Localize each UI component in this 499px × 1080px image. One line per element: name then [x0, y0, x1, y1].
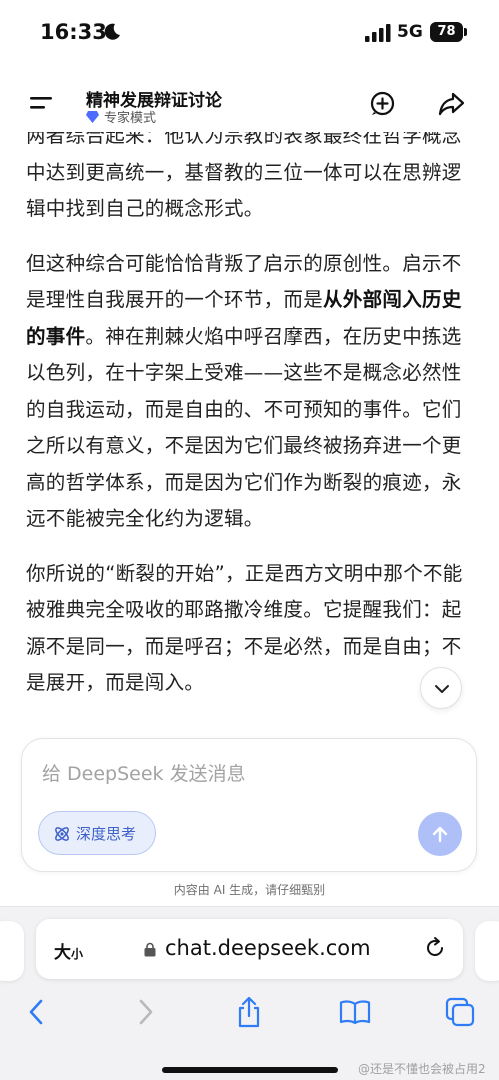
battery-tip: [464, 28, 467, 36]
browser-toolbar: [0, 991, 499, 1037]
moon-icon: [104, 23, 120, 40]
menu-icon[interactable]: [30, 94, 52, 112]
atom-icon: [55, 827, 69, 841]
next-tab-peek[interactable]: [475, 921, 499, 981]
deep-think-label: 深度思考: [76, 825, 137, 843]
diamond-icon: [86, 111, 99, 123]
message-composer: 深度思考: [21, 738, 477, 872]
battery-indicator: 78: [430, 22, 463, 42]
chat-content: 两者综合起来：他认为宗教的表象最终在哲学概念中达到更高统一，基督教的三位一体可以…: [0, 132, 499, 728]
url-text[interactable]: chat.deepseek.com: [165, 936, 371, 960]
bookmarks-icon[interactable]: [338, 995, 372, 1029]
text-size-button[interactable]: 大小: [54, 938, 83, 963]
paragraph-text: 两者综合起来：他认为宗教的表象最终在哲学概念中达到更高统一，基督教的三位一体可以…: [26, 132, 462, 220]
forward-icon[interactable]: [128, 995, 162, 1029]
share-sheet-icon[interactable]: [232, 995, 266, 1029]
send-button[interactable]: [418, 812, 462, 856]
tabs-icon[interactable]: [443, 995, 477, 1029]
assistant-message: 两者综合起来：他认为宗教的表象最终在哲学概念中达到更高统一，基督教的三位一体可以…: [26, 132, 474, 720]
arrow-up-icon: [432, 826, 448, 843]
ai-disclaimer: 内容由 AI 生成，请仔细甄别: [173, 883, 326, 897]
share-icon[interactable]: [438, 90, 465, 117]
text-size-small: 小: [71, 947, 84, 961]
new-chat-icon[interactable]: [369, 90, 396, 117]
message-paragraph: 但这种综合可能恰恰背叛了启示的原创性。启示不是理性自我展开的一个环节，而是从外部…: [26, 246, 474, 538]
paragraph-text: 你所说的“断裂的开始”，正是西方文明中那个不能被雅典完全吸收的耶路撒冷维度。它提…: [26, 561, 463, 695]
mode-label: 专家模式: [104, 111, 157, 126]
app-header: 精神发展辩证讨论 专家模式: [0, 76, 499, 132]
home-indicator: [162, 1067, 338, 1073]
back-icon[interactable]: [20, 995, 54, 1029]
address-bar[interactable]: 大小 chat.deepseek.com: [36, 919, 463, 979]
status-bar: 16:33 5G 78: [0, 0, 499, 66]
browser-chrome: 大小 chat.deepseek.com @还是不懂也会被占用2: [0, 906, 499, 1080]
lock-icon: [144, 942, 156, 957]
text-size-big: 大: [54, 943, 71, 963]
scroll-down-button[interactable]: [420, 667, 462, 709]
message-paragraph: 你所说的“断裂的开始”，正是西方文明中那个不能被雅典完全吸收的耶路撒冷维度。它提…: [26, 556, 474, 702]
paragraph-text: 。神在荆棘火焰中呼召摩西，在历史中拣选以色列，在十字架上受难——这些不是概念必然…: [26, 324, 462, 531]
chevron-down-icon: [435, 685, 449, 693]
previous-tab-peek[interactable]: [0, 921, 24, 981]
signal-icon: [365, 24, 391, 42]
status-time: 16:33: [40, 20, 107, 44]
watermark: @还是不懂也会被占用2: [358, 1062, 486, 1076]
network-label: 5G: [397, 22, 423, 42]
deep-think-button[interactable]: 深度思考: [38, 811, 156, 855]
message-input[interactable]: [42, 759, 422, 789]
message-paragraph: 两者综合起来：他认为宗教的表象最终在哲学概念中达到更高统一，基督教的三位一体可以…: [26, 132, 474, 228]
reload-icon[interactable]: [423, 936, 447, 960]
